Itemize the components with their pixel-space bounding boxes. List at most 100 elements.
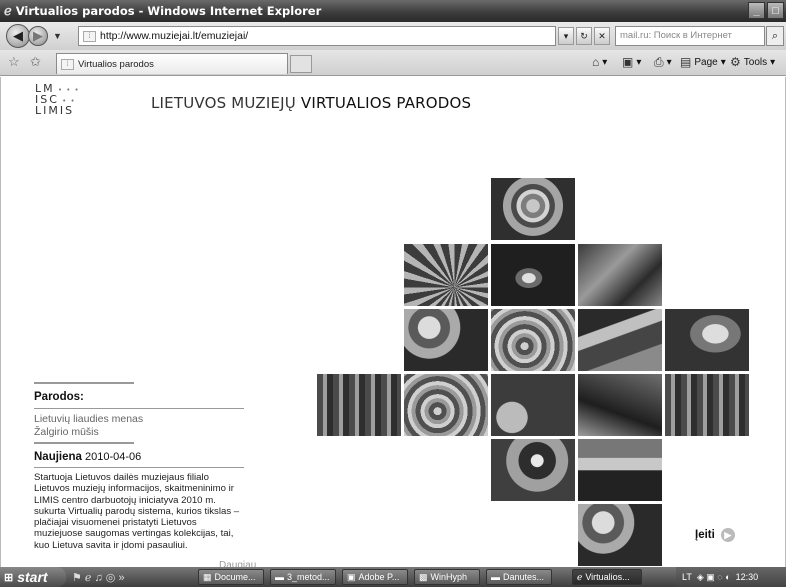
search-input[interactable]: mail.ru: Поиск в Интернет [615,26,765,46]
exhibition-link-folk-art[interactable]: Lietuvių liaudies menas [34,413,244,426]
page-menu[interactable]: ▤ Page ▾ [680,55,726,69]
page-title-light: LIETUVOS MUZIEJŲ [151,94,296,112]
refresh-icon: ↻ [580,30,588,41]
add-favorites-icon[interactable]: ✩ [30,54,41,70]
forward-arrow-icon: ▶ [33,28,43,43]
home-icon: ⌂ [592,55,600,69]
address-dropdown-button[interactable]: ▾ [558,27,574,45]
language-indicator[interactable]: LT [682,572,692,582]
mosaic-tile[interactable] [577,373,663,437]
stop-button[interactable]: ✕ [594,27,610,45]
gear-icon: ⚙ [730,55,741,69]
task-label: 3_metod... [287,572,330,582]
sidebar: Parodos: Lietuvių liaudies menas Žalgiri… [34,382,256,571]
tab-command-bar: ☆ ✩ ⁞ Virtualios parodos ⌂ ▾ ▣ ▾ ⎙ ▾ ▤ Page ▾… [0,50,786,76]
back-arrow-icon: ◀ [13,28,23,43]
mosaic-tile[interactable] [403,243,489,307]
exhibition-link-zalgiris[interactable]: Žalgirio mūšis [34,426,244,439]
folder-icon: ▬ [275,572,284,582]
home-button[interactable]: ⌂ ▾ [592,55,607,69]
task-label: Adobe P... [358,572,400,582]
task-label: WinHyph [430,572,468,582]
folder-icon: ▬ [491,572,500,582]
back-button[interactable]: ◀ [6,24,30,48]
limis-logo[interactable]: LM • • • ISC • • LIMIS [35,83,80,117]
windows-flag-icon: ⊞ [4,571,14,584]
taskbar-item-virtualios[interactable]: ℯ Virtualios... [572,569,642,585]
arrow-right-icon: ▶ [720,528,735,542]
taskbar-item-adobe[interactable]: ▣ Adobe P... [342,569,408,585]
window-controls: _ □ [748,2,784,19]
site-favicon-icon: ⁞ [83,30,96,42]
divider [34,382,134,384]
news-title: Naujiena [34,451,82,463]
tab-virtualios-parodos[interactable]: ⁞ Virtualios parodos [56,53,288,74]
divider [34,408,244,409]
mosaic-tile[interactable] [664,373,750,437]
mosaic-tile[interactable] [577,308,663,372]
app-icon: ▩ [419,571,428,582]
print-button[interactable]: ⎙ ▾ [654,55,672,70]
new-tab-button[interactable] [290,55,312,73]
mosaic-tile[interactable] [403,308,489,372]
mosaic-tile[interactable] [490,177,576,241]
tools-menu[interactable]: ⚙ Tools ▾ [730,55,775,69]
print-icon: ⎙ [654,55,664,69]
search-icon: ⌕ [771,29,779,42]
mosaic-tile[interactable] [490,243,576,307]
start-label: start [17,569,48,585]
mosaic-tile[interactable] [577,243,663,307]
refresh-button[interactable]: ↻ [576,27,592,45]
mosaic-tile[interactable] [316,373,402,437]
taskbar: ⊞ start ⚑ ℯ ♫ ◎ » ▦ Docume... ▬ 3_metod...… [0,567,786,587]
task-label: Docume... [214,572,256,582]
enter-label: Įeiti [695,529,715,541]
address-toolbar: ◀ ▶ ▼ ⁞ http://www.muziejai.lt/emuziejai… [0,22,786,50]
mosaic-tile[interactable] [664,308,750,372]
mosaic-tile[interactable] [490,373,576,437]
divider [34,467,244,468]
page-title: LIETUVOS MUZIEJŲ VIRTUALIOS PARODOS [151,94,471,112]
page-icon: ▤ [680,55,692,69]
mosaic-tile[interactable] [577,438,663,502]
quick-launch-icons[interactable]: ⚑ ℯ ♫ ◎ » [72,571,125,584]
page-viewport: LM • • • ISC • • LIMIS LIETUVOS MUZIEJŲ … [0,77,786,571]
window-title-bar: ℯ Virtualios parodos - Windows Internet … [0,0,786,22]
mosaic-tile[interactable] [403,373,489,437]
system-tray: LT ◈ ▣ ◌ ◐ 12:30 [676,567,786,587]
feed-icon: ▣ [622,55,634,69]
enter-button[interactable]: Įeiti ▶ [695,528,735,542]
feeds-button[interactable]: ▣ ▾ [622,55,641,69]
window-title: Virtualios parodos - Windows Internet Ex… [15,4,322,18]
ie-icon: ℯ [577,571,583,582]
task-label: Danutes... [503,572,545,582]
task-label: Virtualios... [585,572,630,582]
forward-button[interactable]: ▶ [28,26,48,46]
taskbar-item-documents[interactable]: ▦ Docume... [198,569,264,585]
url-text: http://www.muziejai.lt/emuziejai/ [100,30,249,42]
page-menu-label: Page [694,56,718,68]
history-dropdown-icon[interactable]: ▼ [53,31,62,41]
minimize-button[interactable]: _ [748,2,765,19]
search-button[interactable]: ⌕ [766,26,784,46]
start-button[interactable]: ⊞ start [0,567,66,587]
maximize-button[interactable]: □ [767,2,784,19]
ie-logo-icon: ℯ [4,3,12,18]
news-text: Startuoja Lietuvos dailės muziejaus fili… [34,472,240,551]
news-heading: Naujiena 2010-04-06 [34,451,244,463]
news-date: 2010-04-06 [85,451,142,463]
taskbar-item-winhyph[interactable]: ▩ WinHyph [414,569,480,585]
favorites-star-icon[interactable]: ☆ [8,54,20,70]
tray-icons[interactable]: ◈ ▣ ◌ ◐ [697,572,731,583]
mosaic-tile[interactable] [490,438,576,502]
close-icon: ✕ [598,30,606,41]
taskbar-item-danutes[interactable]: ▬ Danutes... [486,569,552,585]
taskbar-item-metod[interactable]: ▬ 3_metod... [270,569,336,585]
clock[interactable]: 12:30 [736,572,759,582]
logo-line-3: LIMIS [35,104,75,117]
address-input[interactable]: ⁞ http://www.muziejai.lt/emuziejai/ [78,26,556,46]
mosaic-tile[interactable] [490,308,576,372]
mosaic-tile[interactable] [577,503,663,567]
tools-menu-label: Tools [743,56,768,68]
tab-label: Virtualios parodos [78,58,154,70]
